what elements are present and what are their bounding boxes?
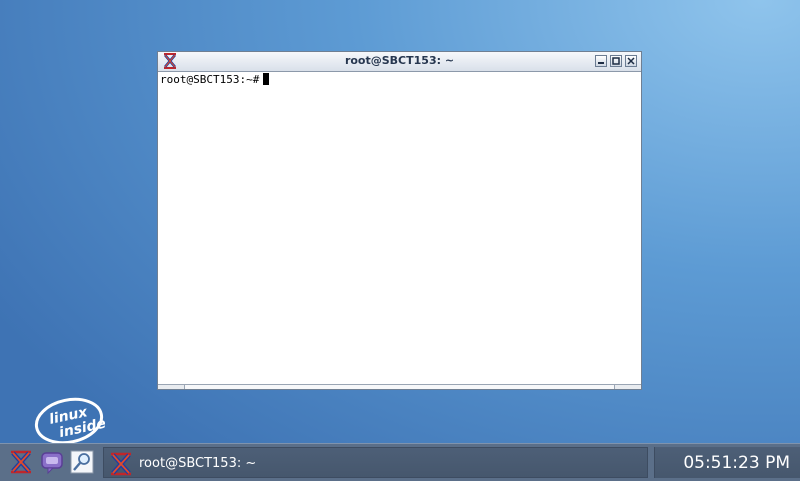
minimize-icon[interactable] xyxy=(595,55,607,67)
text-cursor xyxy=(263,73,270,85)
search-icon[interactable] xyxy=(69,449,95,475)
window-title: root@SBCT153: ~ xyxy=(344,54,455,67)
x-terminal-icon[interactable] xyxy=(8,449,34,475)
chat-bubble-icon[interactable] xyxy=(39,449,65,475)
horizontal-scrollbar[interactable] xyxy=(158,384,641,389)
linux-inside-logo: linux inside xyxy=(34,397,105,445)
taskbar: root@SBCT153: ~ 05:51:23 PM xyxy=(0,443,800,481)
x-terminal-icon xyxy=(111,452,131,476)
terminal-window[interactable]: root@SBCT153: ~ root@SBCT153:~# xyxy=(157,51,642,390)
clock-area[interactable]: 05:51:23 PM xyxy=(654,447,800,478)
shell-prompt: root@SBCT153:~# xyxy=(160,73,260,86)
clock: 05:51:23 PM xyxy=(683,453,790,473)
terminal-area[interactable]: root@SBCT153:~# xyxy=(159,72,640,384)
taskbar-task-terminal[interactable]: root@SBCT153: ~ xyxy=(103,447,648,478)
window-titlebar[interactable]: root@SBCT153: ~ xyxy=(158,52,641,72)
close-icon[interactable] xyxy=(625,55,637,67)
task-label: root@SBCT153: ~ xyxy=(139,456,257,471)
maximize-icon[interactable] xyxy=(610,55,622,67)
scrollbar-thumb[interactable] xyxy=(184,385,615,389)
